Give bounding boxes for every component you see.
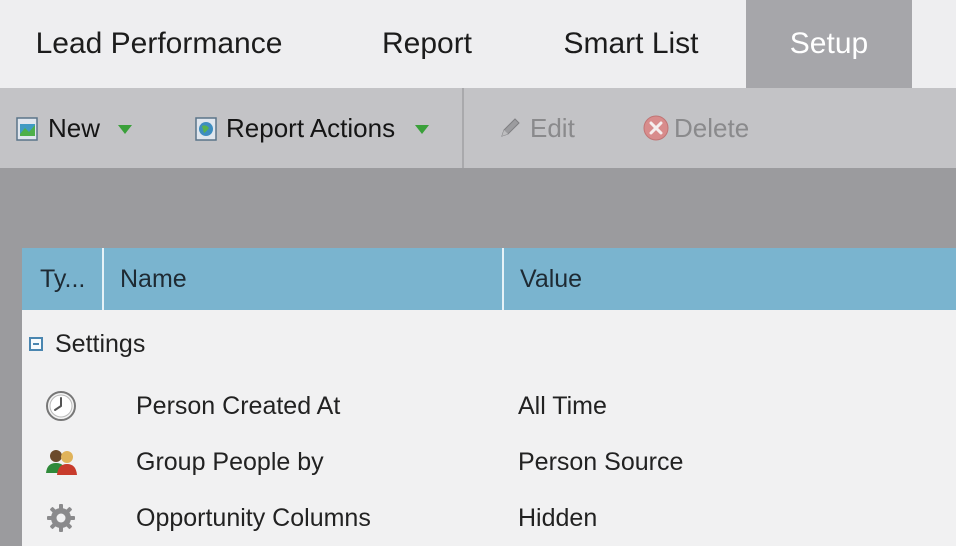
- tab-setup[interactable]: Setup: [746, 0, 912, 88]
- tab-report[interactable]: Report: [340, 0, 514, 88]
- grid-header: Ty... Name Value: [22, 248, 956, 310]
- tab-label: Setup: [789, 27, 869, 60]
- tab-lead-performance[interactable]: Lead Performance: [0, 0, 318, 88]
- chevron-down-icon: [415, 124, 430, 134]
- report-actions-label: Report Actions: [226, 112, 396, 143]
- pencil-icon: [501, 118, 520, 137]
- edit-button-label: Edit: [530, 112, 575, 143]
- row-value: Person Source: [518, 447, 684, 476]
- settings-grid: Ty... Name Value Settings Person Created…: [22, 248, 956, 546]
- tab-label: Smart List: [563, 27, 699, 60]
- column-header-label: Name: [120, 264, 187, 293]
- edit-button[interactable]: Edit: [496, 88, 575, 168]
- table-row[interactable]: Person Created At All Time: [22, 378, 956, 434]
- new-button-label: New: [48, 112, 101, 143]
- report-actions-icon: [195, 117, 217, 141]
- chevron-down-icon: [118, 124, 133, 134]
- new-button[interactable]: New: [14, 88, 133, 168]
- row-value: All Time: [518, 391, 607, 420]
- table-row[interactable]: Opportunity Columns Hidden: [22, 490, 956, 546]
- column-header-label: Value: [520, 264, 583, 293]
- new-report-icon: [16, 117, 38, 141]
- column-header-name[interactable]: Name: [102, 248, 516, 310]
- delete-button[interactable]: Delete: [642, 88, 749, 168]
- collapse-icon[interactable]: [29, 337, 43, 351]
- row-name: Opportunity Columns: [136, 503, 371, 532]
- row-name: Person Created At: [136, 391, 341, 420]
- row-value: Hidden: [518, 503, 598, 532]
- tab-label: Report: [381, 27, 473, 60]
- people-icon: [46, 450, 77, 475]
- clock-icon: [46, 391, 76, 421]
- tab-smart-list[interactable]: Smart List: [530, 0, 732, 88]
- gear-icon: [47, 504, 75, 532]
- column-header-label: Ty...: [40, 264, 86, 293]
- toolbar-divider: [462, 88, 464, 168]
- report-actions-button[interactable]: Report Actions: [192, 88, 430, 168]
- tab-bar: Lead Performance Report Smart List Setup: [0, 0, 956, 88]
- group-row-settings: Settings: [22, 310, 956, 378]
- column-header-value[interactable]: Value: [502, 248, 956, 310]
- toolbar: New Report Actions Edit Delete: [0, 88, 956, 168]
- group-label: Settings: [55, 329, 146, 358]
- delete-button-label: Delete: [674, 112, 750, 143]
- row-name: Group People by: [136, 447, 324, 476]
- tab-label: Lead Performance: [35, 27, 283, 60]
- table-row[interactable]: Group People by Person Source: [22, 434, 956, 490]
- delete-icon: [643, 115, 669, 141]
